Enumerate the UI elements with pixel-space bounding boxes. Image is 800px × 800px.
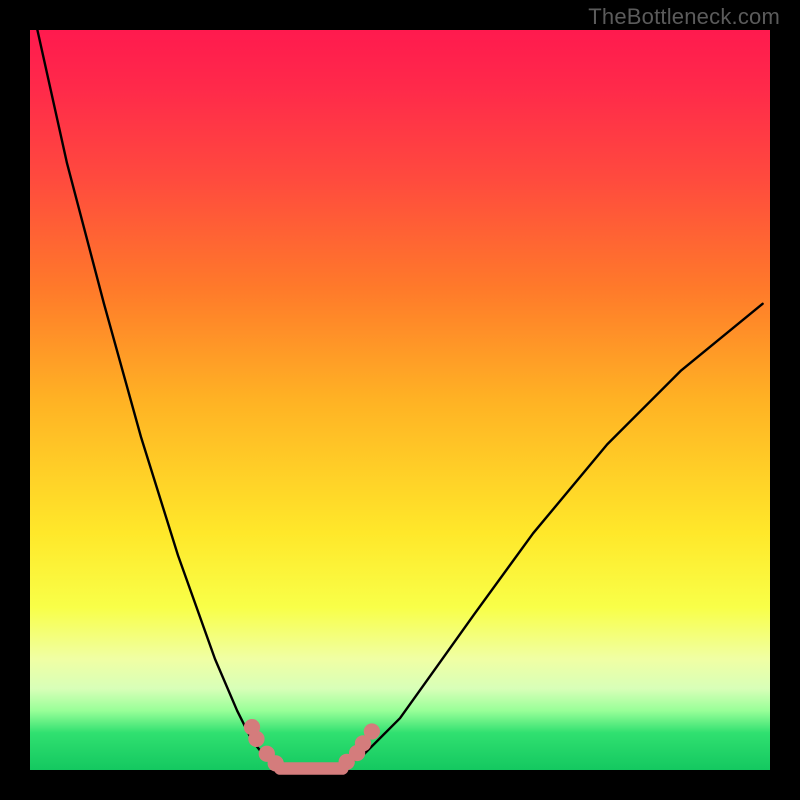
watermark-text: TheBottleneck.com xyxy=(588,4,780,30)
chart-root: TheBottleneck.com xyxy=(0,0,800,800)
background-gradient xyxy=(30,30,770,770)
